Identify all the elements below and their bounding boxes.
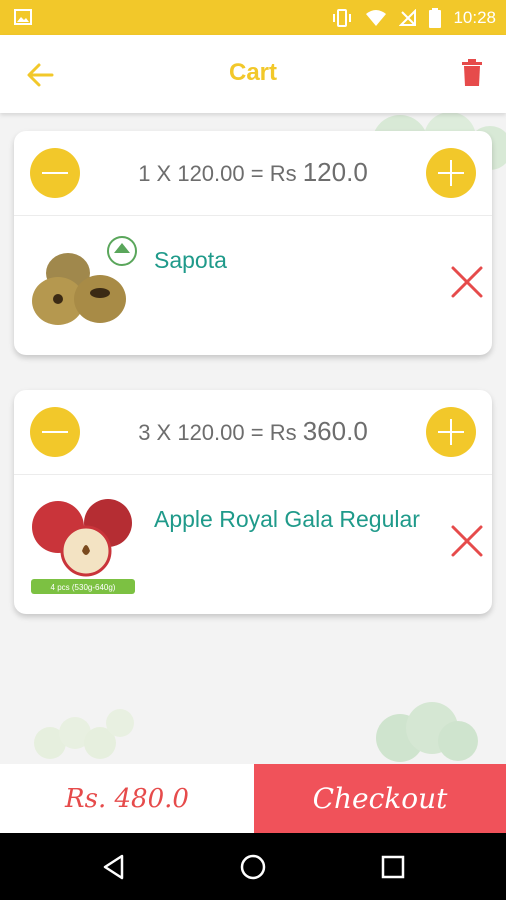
background-grapes-decoration bbox=[34, 709, 134, 759]
product-name: Apple Royal Gala Regular bbox=[154, 506, 420, 532]
increase-quantity-button[interactable] bbox=[426, 148, 476, 198]
quantity-row: 3 X 120.00 = Rs 360.0 bbox=[14, 390, 492, 475]
trash-icon[interactable] bbox=[460, 59, 484, 87]
plus-icon-v bbox=[450, 419, 452, 445]
app-bar: Cart bbox=[0, 35, 506, 113]
cart-total-text: Rs. 480.0 bbox=[65, 783, 189, 814]
remove-item-icon[interactable] bbox=[450, 265, 484, 299]
vibrate-icon bbox=[333, 8, 352, 27]
product-name: Sapota bbox=[154, 247, 227, 273]
nav-recents-icon[interactable] bbox=[377, 851, 409, 883]
page-title: Cart bbox=[228, 59, 277, 86]
quantity-row: 1 X 120.00 = Rs 120.0 bbox=[14, 131, 492, 216]
wifi-icon bbox=[366, 9, 387, 26]
background-broccoli-decoration bbox=[376, 702, 478, 762]
nav-back-icon[interactable] bbox=[98, 851, 130, 883]
line-total: 120.0 bbox=[302, 157, 368, 187]
remove-item-icon[interactable] bbox=[450, 524, 484, 558]
quantity-formula: 3 X 120.00 = Rs 360.0 bbox=[138, 416, 368, 446]
cart-footer: Rs. 480.0 Checkout bbox=[0, 764, 506, 833]
status-time: 10:28 bbox=[453, 7, 496, 27]
battery-icon bbox=[429, 7, 442, 28]
sapota-product-image bbox=[32, 236, 137, 325]
gallery-notification-icon bbox=[14, 9, 32, 25]
system-navigation-bar bbox=[0, 833, 506, 900]
line-total: 360.0 bbox=[302, 416, 368, 446]
apple-product-image: 4 pcs (530g-640g) bbox=[31, 499, 135, 594]
cart-item-card: 3 X 120.00 = Rs 360.0 4 pcs (530g-640g) … bbox=[14, 390, 492, 614]
nav-home-icon[interactable] bbox=[237, 851, 269, 883]
status-bar: 10:28 bbox=[0, 0, 506, 35]
checkout-button[interactable]: Checkout bbox=[254, 764, 506, 833]
no-signal-icon bbox=[399, 8, 417, 26]
cart-total: Rs. 480.0 bbox=[0, 764, 254, 833]
increase-quantity-button[interactable] bbox=[426, 407, 476, 457]
cart-item-card: 1 X 120.00 = Rs 120.0 Sapota bbox=[14, 131, 492, 355]
quantity-formula: 1 X 120.00 = Rs 120.0 bbox=[138, 157, 368, 187]
image-tag: 4 pcs (530g-640g) bbox=[51, 583, 116, 592]
cart-list[interactable]: 1 X 120.00 = Rs 120.0 Sapota 3 X 120.00 … bbox=[0, 113, 506, 764]
checkout-label: Checkout bbox=[312, 782, 448, 815]
status-icons: 10:28 bbox=[331, 0, 496, 35]
plus-icon-v bbox=[450, 160, 452, 186]
